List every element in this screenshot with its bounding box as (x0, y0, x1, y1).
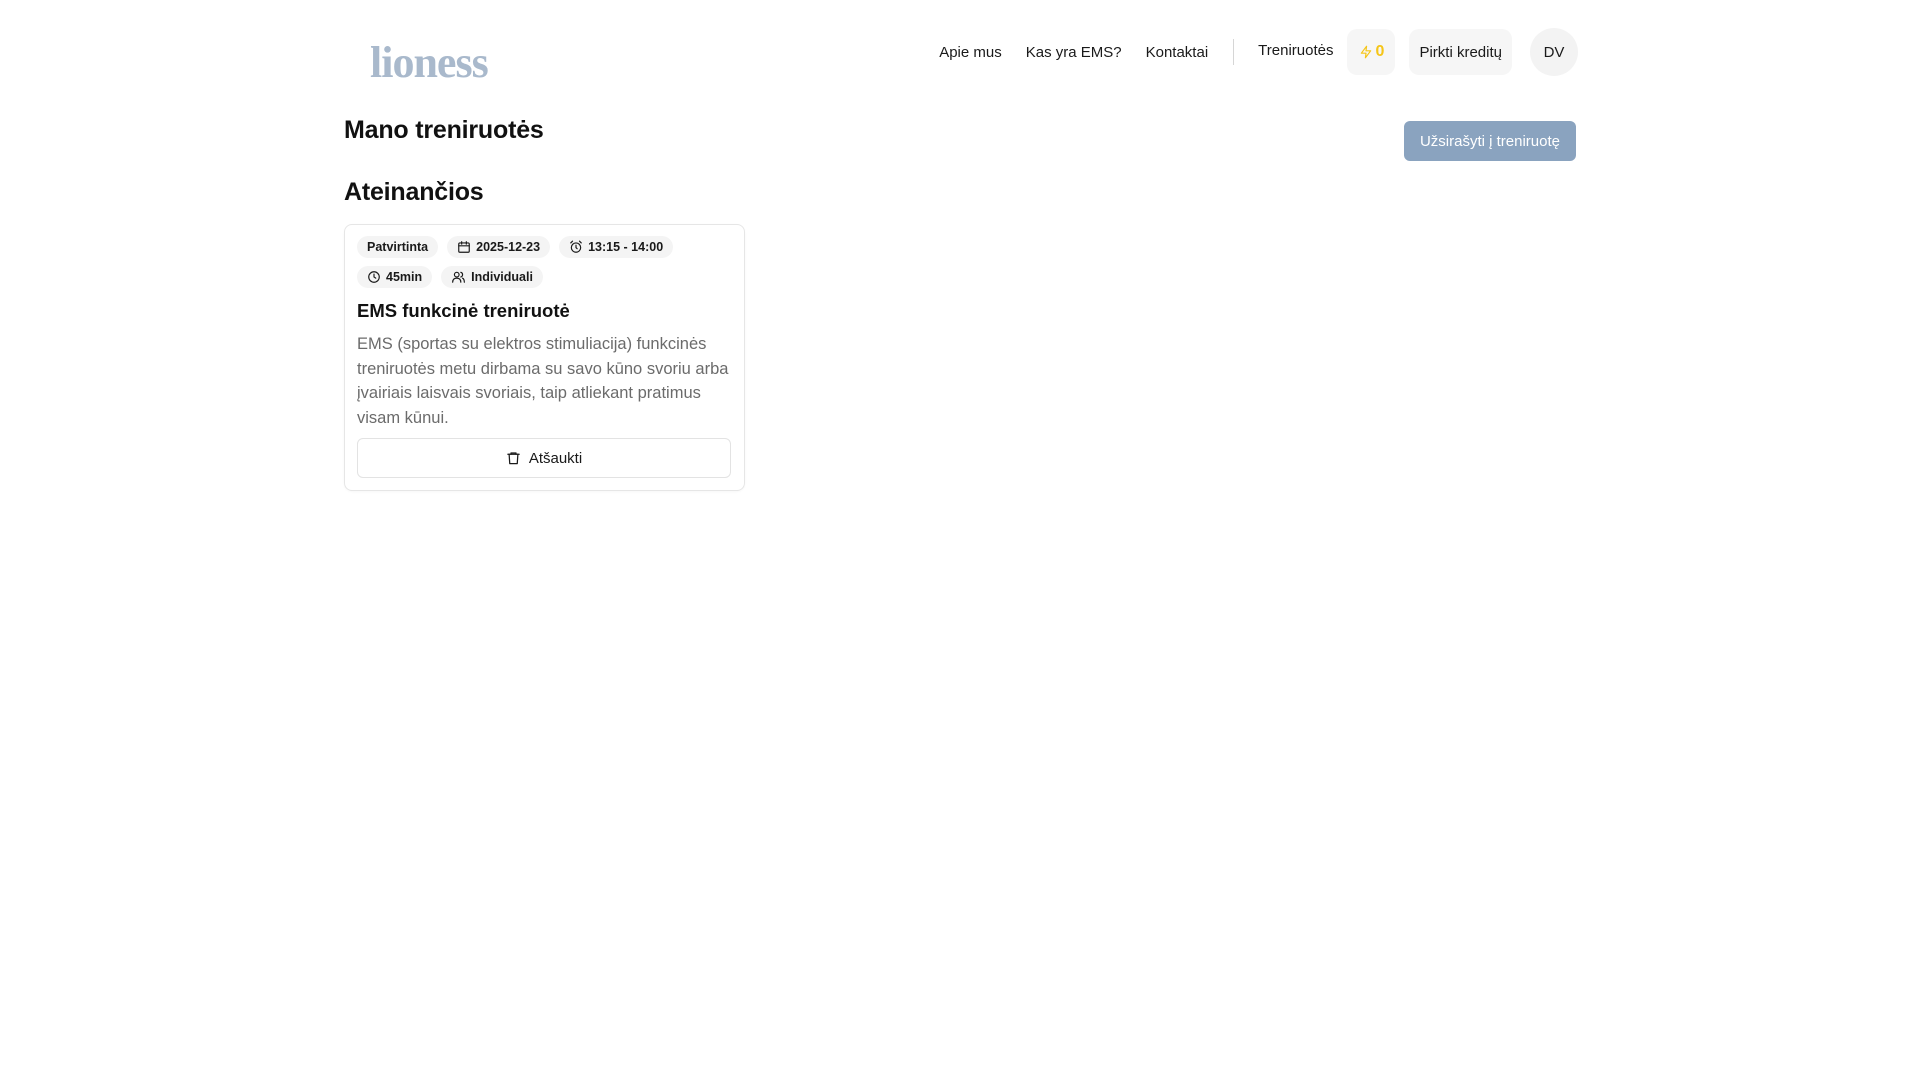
time-text: 13:15 - 14:00 (588, 240, 664, 254)
upcoming-section-title: Ateinančios (344, 178, 484, 206)
duration-badge: 45min (357, 266, 433, 288)
book-training-button[interactable]: Užsirašyti į treniruotę (1403, 121, 1576, 161)
alarm-clock-icon (570, 240, 582, 253)
duration-text: 45min (386, 270, 423, 284)
page-container: lioness Apie mus Kas yra EMS? Kontaktai … (344, 0, 1578, 491)
type-badge: Individuali (441, 266, 543, 288)
calendar-icon (458, 241, 470, 253)
nav-link-trainings[interactable]: Treniruotės (1258, 42, 1333, 59)
user-avatar[interactable]: DV (1530, 28, 1578, 76)
training-title: EMS funkcinė treniruotė (357, 300, 570, 321)
nav-link-contacts[interactable]: Kontaktai (1146, 44, 1209, 61)
date-badge: 2025-12-23 (447, 236, 551, 258)
logo[interactable]: lioness (370, 21, 510, 81)
training-card: Patvirtinta 2025-12-23 13:15 - 14:00 45m… (344, 224, 745, 491)
users-icon (452, 271, 466, 283)
nav-link-what-is-ems[interactable]: Kas yra EMS? (1026, 44, 1122, 61)
training-badges: Patvirtinta 2025-12-23 13:15 - 14:00 45m… (357, 236, 717, 288)
clock-icon (368, 271, 380, 283)
credits-count: 0 (1375, 43, 1385, 60)
cancel-label: Atšaukti (528, 449, 583, 467)
site-header: lioness Apie mus Kas yra EMS? Kontaktai … (344, 0, 1578, 104)
lioness-logo-icon: lioness (370, 38, 490, 81)
logo-text: lioness (370, 38, 489, 81)
main-nav: Apie mus Kas yra EMS? Kontaktai Treniruo… (939, 0, 1578, 104)
training-description: EMS (sportas su elektros stimuliacija) f… (357, 335, 729, 427)
title-row: Mano treniruotės Užsirašyti į treniruotę (344, 104, 1576, 166)
status-text: Patvirtinta (367, 240, 429, 254)
credits-balance[interactable]: 0 (1347, 29, 1396, 75)
buy-credits-button[interactable]: Pirkti kreditų (1409, 29, 1512, 75)
nav-divider (1233, 39, 1235, 65)
status-badge: Patvirtinta (357, 236, 439, 258)
time-badge: 13:15 - 14:00 (559, 236, 674, 258)
trash-icon (507, 452, 520, 465)
cancel-training-button[interactable]: Atšaukti (357, 438, 731, 478)
nav-link-about[interactable]: Apie mus (939, 44, 1002, 61)
date-text: 2025-12-23 (476, 240, 541, 254)
type-text: Individuali (471, 270, 533, 284)
lightning-icon (1360, 45, 1371, 59)
page-title: Mano treniruotės (344, 116, 544, 144)
